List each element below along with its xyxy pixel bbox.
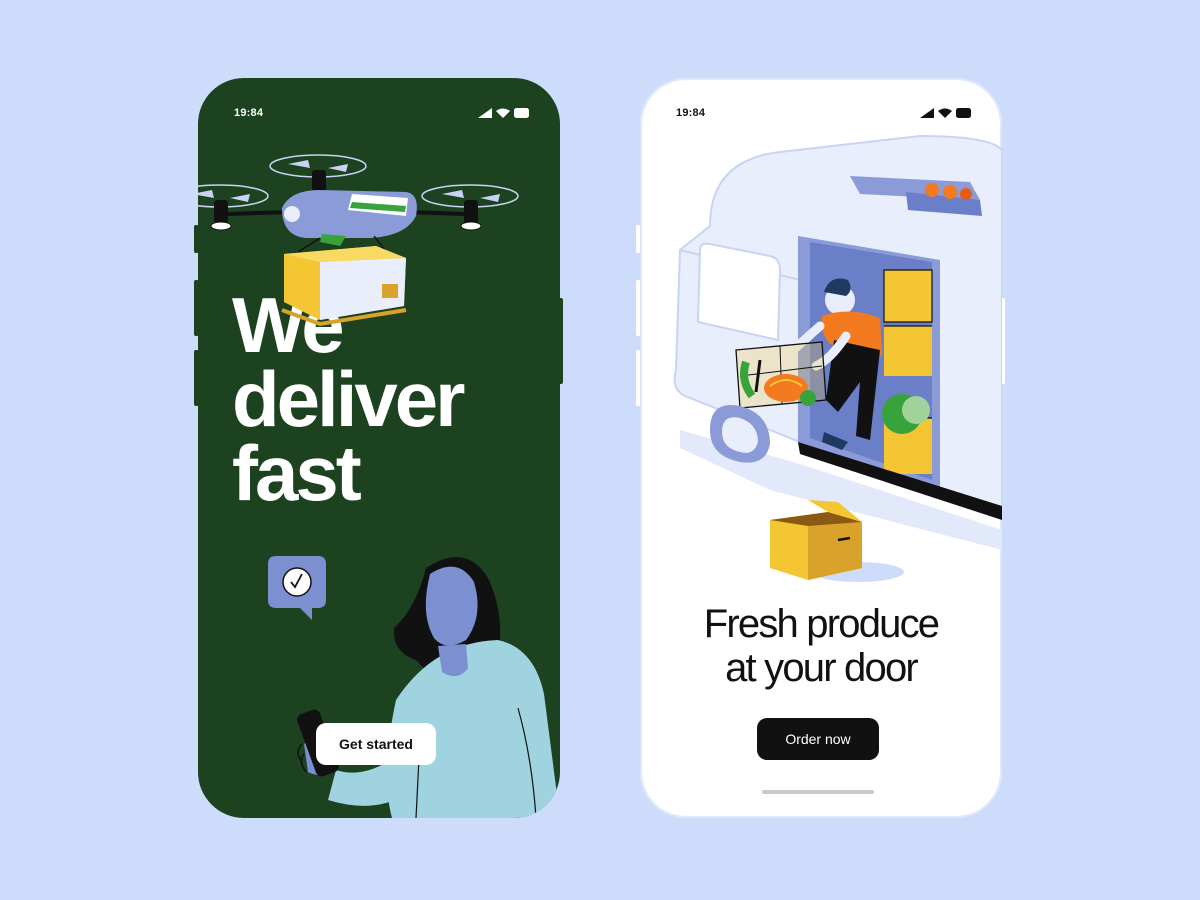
phone-screen-fresh-produce: 19:84 Fresh produce at your door Order n… — [640, 78, 1002, 818]
delivery-van-illustration — [673, 134, 1002, 550]
signal-icon — [920, 108, 934, 118]
subtitle-line-2: at your door — [725, 646, 919, 690]
home-indicator[interactable] — [762, 790, 874, 794]
battery-icon — [514, 108, 529, 118]
headline-line-2: deliver — [232, 355, 465, 443]
status-time: 19:84 — [234, 107, 264, 119]
subtitle-line-1: Fresh produce — [703, 602, 940, 646]
headline-line-3: fast — [232, 429, 362, 517]
open-box-illustration — [770, 500, 904, 582]
signal-icon — [478, 108, 492, 118]
drone-illustration — [198, 154, 519, 327]
get-started-button[interactable]: Get started — [316, 723, 436, 765]
subtitle: Fresh produce at your door — [640, 602, 1002, 690]
chat-check-icon — [268, 556, 326, 620]
status-icons — [920, 108, 972, 118]
status-bar: 19:84 — [676, 106, 972, 120]
status-time: 19:84 — [676, 107, 706, 119]
phone-screen-deliver-fast: 19:84 We deliver fast Get started — [198, 78, 560, 818]
status-icons — [478, 108, 530, 118]
wifi-icon — [496, 108, 510, 118]
battery-icon — [956, 108, 971, 118]
order-now-button[interactable]: Order now — [757, 718, 879, 760]
status-bar: 19:84 — [234, 106, 530, 120]
wifi-icon — [938, 108, 952, 118]
